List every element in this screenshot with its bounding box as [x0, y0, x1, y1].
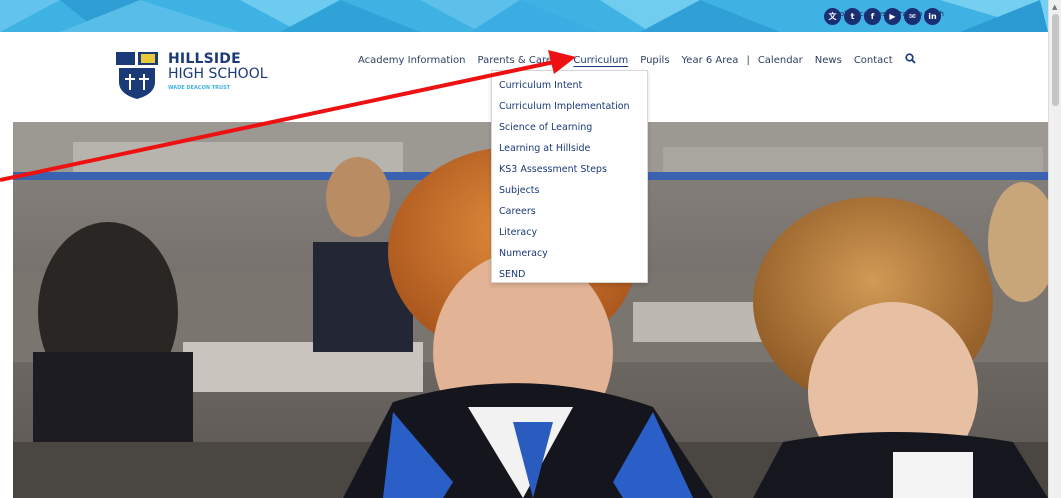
- menu-item-careers[interactable]: Careers: [492, 201, 647, 222]
- menu-item-science-of-learning[interactable]: Science of Learning: [492, 117, 647, 138]
- top-banner: Job Vacancies | Train to teach 文 t f ▶ ✉…: [0, 0, 1048, 32]
- youtube-icon[interactable]: ▶: [884, 8, 901, 25]
- school-crest-icon: [116, 52, 158, 99]
- menu-item-ks3-assessment-steps[interactable]: KS3 Assessment Steps: [492, 159, 647, 180]
- menu-item-subjects[interactable]: Subjects: [492, 180, 647, 201]
- menu-item-curriculum-intent[interactable]: Curriculum Intent: [492, 75, 647, 96]
- nav-year-6-area[interactable]: Year 6 Area: [682, 55, 739, 66]
- menu-item-send[interactable]: SEND: [492, 264, 647, 285]
- facebook-icon[interactable]: f: [864, 8, 881, 25]
- social-icons: 文 t f ▶ ✉ in: [824, 8, 941, 25]
- menu-item-literacy[interactable]: Literacy: [492, 222, 647, 243]
- logo-trust: WADE DEACON TRUST: [168, 85, 231, 91]
- menu-item-learning-at-hillside[interactable]: Learning at Hillside: [492, 138, 647, 159]
- nav-news[interactable]: News: [815, 55, 842, 66]
- translate-icon[interactable]: 文: [824, 8, 841, 25]
- nav-calendar[interactable]: Calendar: [758, 55, 803, 66]
- school-logo[interactable]: HILLSIDE HIGH SCHOOL WADE DEACON TRUST: [116, 52, 268, 100]
- nav-parents-carers[interactable]: Parents & Carers: [478, 55, 562, 66]
- scroll-up-icon[interactable]: ▲: [1052, 3, 1057, 11]
- email-icon[interactable]: ✉: [904, 8, 921, 25]
- page-scrollbar[interactable]: ▲: [1048, 0, 1061, 498]
- nav-academy-information[interactable]: Academy Information: [358, 55, 466, 66]
- search-icon[interactable]: [905, 53, 916, 67]
- nav-separator: |: [746, 54, 750, 66]
- twitter-icon[interactable]: t: [844, 8, 861, 25]
- scrollbar-thumb[interactable]: [1052, 14, 1059, 106]
- main-nav: Academy Information Parents & Carers Cur…: [358, 53, 916, 67]
- nav-pupils[interactable]: Pupils: [640, 55, 669, 66]
- nav-curriculum[interactable]: Curriculum: [573, 55, 628, 66]
- menu-item-curriculum-implementation[interactable]: Curriculum Implementation: [492, 96, 647, 117]
- nav-contact[interactable]: Contact: [854, 55, 893, 66]
- linkedin-icon[interactable]: in: [924, 8, 941, 25]
- menu-item-numeracy[interactable]: Numeracy: [492, 243, 647, 264]
- logo-line-2: HIGH SCHOOL: [168, 66, 268, 82]
- logo-line-1: HILLSIDE: [168, 51, 241, 67]
- curriculum-dropdown: Curriculum Intent Curriculum Implementat…: [491, 70, 648, 283]
- logo-text: HILLSIDE HIGH SCHOOL WADE DEACON TRUST: [168, 51, 268, 92]
